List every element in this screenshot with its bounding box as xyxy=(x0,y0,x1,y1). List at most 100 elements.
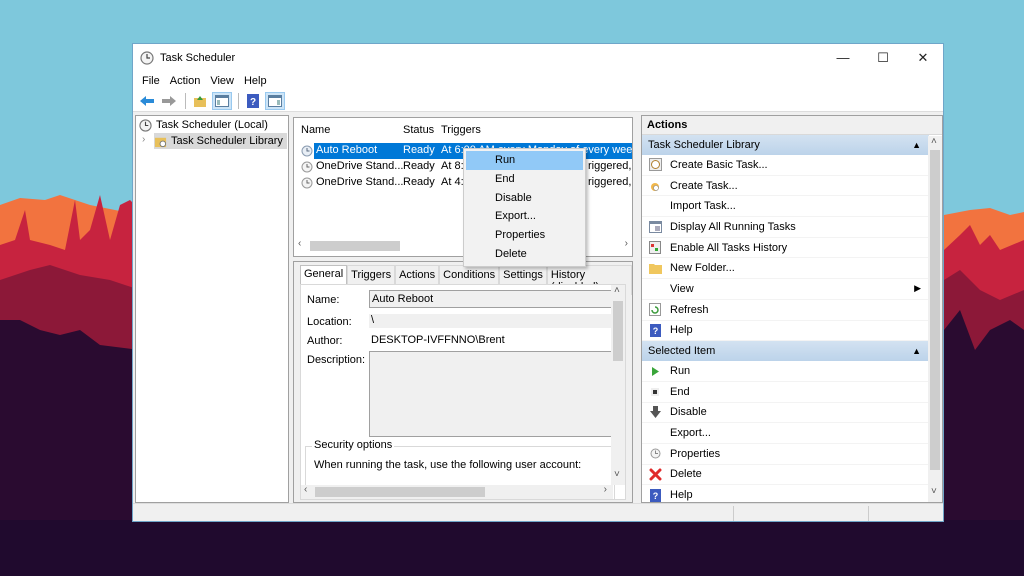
maximize-icon: ☐ xyxy=(877,49,889,65)
properties-icon xyxy=(648,447,662,461)
action-disable[interactable]: Disable xyxy=(642,403,929,424)
context-menu-properties[interactable]: Properties xyxy=(466,226,583,245)
action-refresh[interactable]: Refresh xyxy=(642,300,929,321)
toolbar: ? xyxy=(133,90,943,112)
menu-help[interactable]: Help xyxy=(239,75,272,87)
scroll-up-icon[interactable]: ˄ xyxy=(614,285,620,296)
action-enable-all-tasks-history[interactable]: Enable All Tasks History xyxy=(642,238,929,259)
maximize-button[interactable]: ☐ xyxy=(863,44,903,71)
vertical-scrollbar[interactable]: ˄ ˅ xyxy=(611,285,625,485)
blank-icon xyxy=(648,426,662,440)
toolbar-separator xyxy=(185,92,186,109)
action-import-task[interactable]: Import Task... xyxy=(642,196,929,218)
scrollbar-thumb[interactable] xyxy=(315,487,485,497)
help-button[interactable]: ? xyxy=(243,92,263,110)
action-label: Run xyxy=(670,365,691,378)
run-icon xyxy=(648,364,662,378)
collapse-caret-icon[interactable]: ▲ xyxy=(912,135,921,155)
column-header-triggers[interactable]: Triggers xyxy=(441,124,481,136)
context-menu-export[interactable]: Export... xyxy=(466,207,583,226)
action-label: End xyxy=(670,385,690,398)
action-label: Create Basic Task... xyxy=(670,158,768,171)
action-display-all-running-tasks[interactable]: Display All Running Tasks xyxy=(642,217,929,238)
action-label: View xyxy=(670,282,694,295)
collapse-caret-icon[interactable]: ▲ xyxy=(912,341,921,361)
horizontal-scrollbar[interactable]: ‹ › xyxy=(301,484,613,499)
action-help-library[interactable]: ? Help xyxy=(642,321,929,342)
show-hide-action-pane-icon xyxy=(268,94,282,107)
action-create-basic-task[interactable]: Create Basic Task... xyxy=(642,155,929,176)
show-hide-console-tree-icon xyxy=(215,94,229,107)
scroll-down-icon[interactable]: ˅ xyxy=(931,486,937,497)
expand-chevron-icon[interactable]: › xyxy=(142,134,145,145)
show-hide-action-pane-button[interactable] xyxy=(265,91,285,110)
action-view[interactable]: View ▶ xyxy=(642,279,929,300)
scrollbar-thumb[interactable] xyxy=(930,150,940,470)
up-folder-button[interactable] xyxy=(190,92,210,110)
author-field: DESKTOP-IVFFNNO\Brent xyxy=(371,334,505,346)
show-hide-console-tree-button[interactable] xyxy=(212,91,232,110)
title-bar[interactable]: Task Scheduler — ☐ ✕ xyxy=(133,44,943,71)
action-label: Help xyxy=(670,324,693,337)
svg-text:?: ? xyxy=(652,491,658,501)
context-menu-disable[interactable]: Disable xyxy=(466,189,583,208)
description-field[interactable] xyxy=(369,351,617,437)
end-icon xyxy=(648,385,662,399)
menu-view[interactable]: View xyxy=(205,75,239,87)
action-end[interactable]: End xyxy=(642,382,929,403)
tree-item-task-scheduler-local[interactable]: Task Scheduler (Local) xyxy=(139,117,268,133)
task-trigger-tail: riggered, r xyxy=(588,160,632,172)
scroll-up-icon[interactable]: ˄ xyxy=(931,136,937,147)
create-basic-task-icon xyxy=(648,158,662,172)
status-divider xyxy=(733,506,734,521)
action-export[interactable]: Export... xyxy=(642,423,929,444)
scrollbar-thumb[interactable] xyxy=(613,301,623,361)
minimize-button[interactable]: — xyxy=(823,44,863,71)
task-details-pane: General Triggers Actions Conditions Sett… xyxy=(293,261,633,503)
context-menu-run[interactable]: Run xyxy=(466,151,583,170)
task-scheduler-window: Task Scheduler — ☐ ✕ File Action View He… xyxy=(132,43,944,522)
tree-item-task-scheduler-library[interactable]: Task Scheduler Library xyxy=(154,133,287,149)
back-button[interactable] xyxy=(137,92,157,110)
action-run[interactable]: Run xyxy=(642,361,929,382)
section-header-selected-item[interactable]: Selected Item ▲ xyxy=(642,341,929,362)
column-header-status[interactable]: Status xyxy=(403,124,434,136)
action-create-task[interactable]: Create Task... xyxy=(642,176,929,197)
scroll-down-icon[interactable]: ˅ xyxy=(614,469,620,480)
task-name: OneDrive Stand... xyxy=(316,160,404,172)
context-menu-delete[interactable]: Delete xyxy=(466,245,583,264)
back-arrow-icon xyxy=(140,95,154,106)
action-delete[interactable]: Delete xyxy=(642,465,929,486)
tree-item-label: Task Scheduler (Local) xyxy=(156,119,268,131)
menu-file[interactable]: File xyxy=(137,75,165,87)
action-new-folder[interactable]: New Folder... xyxy=(642,258,929,280)
new-folder-icon xyxy=(648,261,662,275)
scrollbar-thumb[interactable] xyxy=(310,241,400,251)
action-help-selected[interactable]: ? Help xyxy=(642,485,929,502)
actions-vertical-scrollbar[interactable]: ˄ ˅ xyxy=(928,136,942,502)
location-label: Location: xyxy=(307,316,352,328)
forward-button[interactable] xyxy=(159,92,179,110)
name-field[interactable]: Auto Reboot xyxy=(369,290,617,308)
description-label: Description: xyxy=(307,354,366,366)
help-icon: ? xyxy=(648,488,662,502)
scroll-right-icon[interactable]: › xyxy=(625,238,628,249)
section-header-label: Selected Item xyxy=(648,345,716,358)
action-properties[interactable]: Properties xyxy=(642,444,929,465)
svg-text:?: ? xyxy=(250,97,256,108)
section-header-task-scheduler-library[interactable]: Task Scheduler Library ▲ xyxy=(642,135,929,155)
task-status: Ready xyxy=(403,176,435,188)
column-header-name[interactable]: Name xyxy=(301,124,330,136)
scroll-left-icon[interactable]: ‹ xyxy=(304,484,307,495)
context-menu-end[interactable]: End xyxy=(466,170,583,189)
scroll-right-icon[interactable]: › xyxy=(604,484,607,495)
close-button[interactable]: ✕ xyxy=(903,44,943,71)
action-label: Export... xyxy=(670,427,711,440)
blank-icon xyxy=(648,282,662,296)
menu-action[interactable]: Action xyxy=(165,75,206,87)
action-label: Display All Running Tasks xyxy=(670,220,796,233)
submenu-arrow-icon: ▶ xyxy=(914,283,921,294)
scroll-left-icon[interactable]: ‹ xyxy=(298,238,301,249)
name-label: Name: xyxy=(307,294,340,306)
disable-icon xyxy=(648,405,662,419)
